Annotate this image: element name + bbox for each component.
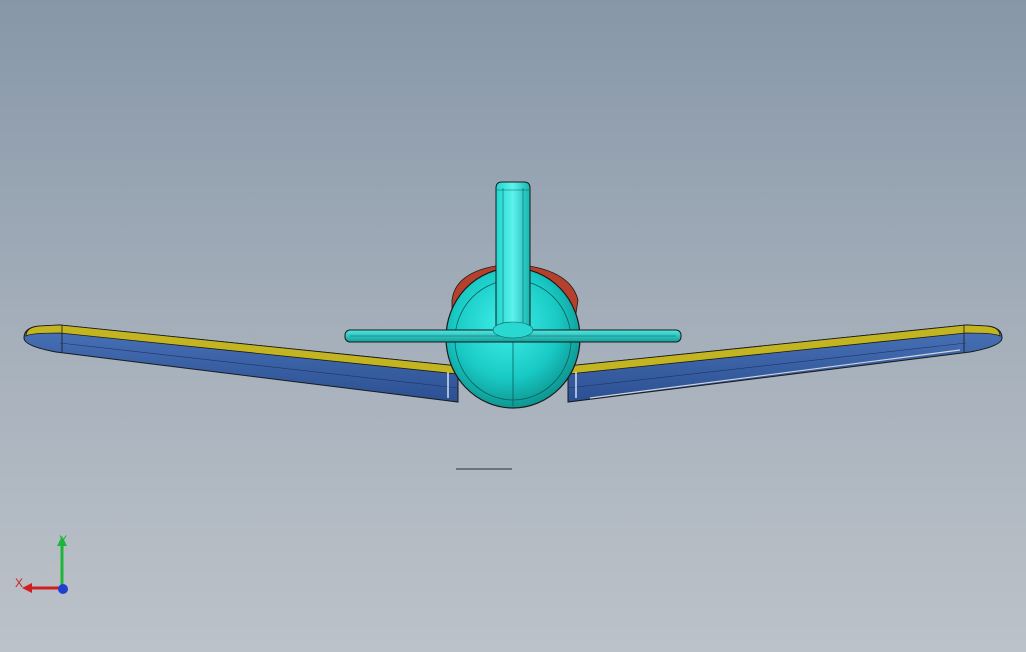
z-axis-dot (58, 584, 68, 594)
graphics-viewport[interactable]: Y X (0, 0, 1026, 652)
reference-triad[interactable]: Y X (10, 528, 80, 600)
x-axis-label: X (15, 576, 23, 590)
vertical-fin[interactable] (492, 181, 534, 339)
y-axis-label: Y (59, 533, 67, 547)
airplane-model[interactable] (0, 0, 1026, 652)
